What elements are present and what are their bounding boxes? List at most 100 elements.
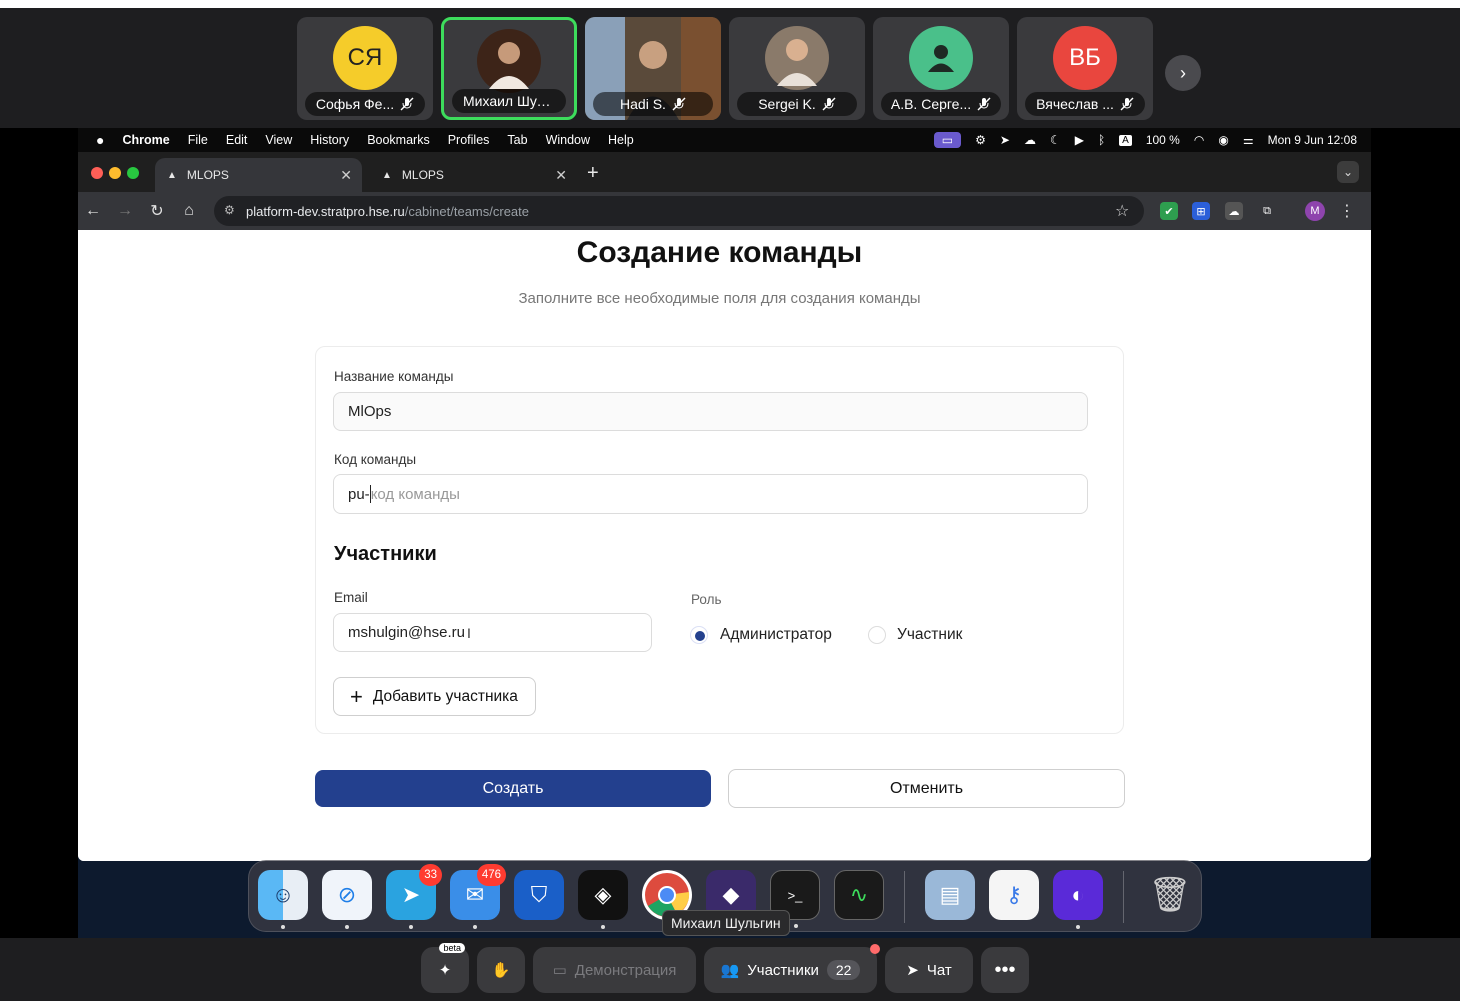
menu-item-edit[interactable]: Edit bbox=[226, 133, 248, 147]
apple-icon[interactable]: ● bbox=[96, 132, 104, 148]
site-favicon-icon: ▲ bbox=[167, 169, 177, 181]
members-section-title: Участники bbox=[334, 543, 437, 565]
cloud-extension-icon[interactable]: ☁ bbox=[1225, 202, 1243, 220]
finder-icon[interactable]: ☺ bbox=[258, 870, 308, 929]
participant-tile[interactable]: Sergei K. bbox=[729, 17, 865, 120]
role-member-label[interactable]: Участник bbox=[897, 626, 962, 644]
cloud-icon[interactable]: ☁ bbox=[1024, 133, 1036, 147]
new-tab-button[interactable]: + bbox=[587, 162, 599, 185]
beta-badge: beta bbox=[439, 943, 465, 953]
menu-item-help[interactable]: Help bbox=[608, 133, 634, 147]
input-source-icon[interactable]: A bbox=[1119, 134, 1132, 146]
mic-off-icon bbox=[822, 97, 836, 111]
trash-icon[interactable]: 🗑 bbox=[1145, 870, 1195, 920]
site-info-icon[interactable]: ⚙ bbox=[224, 203, 240, 219]
extension-icon[interactable]: ⊞ bbox=[1192, 202, 1210, 220]
activity-monitor-icon[interactable]: ∿ bbox=[834, 870, 884, 920]
browser-tab[interactable]: ▲ MLOPS ✕ bbox=[370, 158, 577, 192]
telegram-icon[interactable]: ➤ 33 bbox=[386, 864, 442, 929]
create-button[interactable]: Создать bbox=[315, 770, 711, 807]
page-content: Создание команды Заполните все необходим… bbox=[78, 230, 1371, 861]
hand-icon: ✋ bbox=[491, 962, 511, 979]
passwords-icon[interactable]: ⚷ bbox=[989, 870, 1039, 920]
close-tab-icon[interactable]: ✕ bbox=[340, 167, 352, 184]
participant-name: Sergei K. bbox=[758, 96, 816, 112]
site-favicon-icon: ▲ bbox=[382, 169, 392, 181]
role-admin-radio[interactable] bbox=[690, 626, 708, 644]
participant-tile-active[interactable]: Михаил Шуль... bbox=[441, 17, 577, 120]
close-window-icon[interactable] bbox=[91, 167, 103, 179]
role-admin-label[interactable]: Администратор bbox=[720, 626, 832, 644]
wifi-icon[interactable]: ◠ bbox=[1194, 133, 1204, 147]
extension-icon[interactable]: ⚙ bbox=[975, 133, 986, 147]
add-member-button[interactable]: + Добавить участника bbox=[333, 677, 536, 716]
team-code-label: Код команды bbox=[334, 452, 417, 467]
profile-avatar[interactable]: M bbox=[1305, 201, 1325, 221]
forward-button[interactable]: → bbox=[114, 200, 136, 222]
back-button[interactable]: ← bbox=[82, 200, 104, 222]
address-bar[interactable]: platform-dev.stratpro.hse.ru/cabinet/tea… bbox=[214, 196, 1144, 226]
cube-app-icon[interactable]: ◈ bbox=[578, 870, 628, 929]
play-icon[interactable]: ▶ bbox=[1075, 133, 1084, 147]
screen-share-icon: ▭ bbox=[552, 962, 567, 979]
bitwarden-icon[interactable]: ⛉ bbox=[514, 870, 564, 920]
shield-extension-icon[interactable]: ✔ bbox=[1160, 202, 1178, 220]
participant-tile[interactable]: Hadi S. bbox=[585, 17, 721, 120]
email-input[interactable]: mshulgin@hse.ru I bbox=[333, 613, 652, 652]
battery-level[interactable]: 100 % bbox=[1146, 133, 1180, 147]
person-photo-icon bbox=[489, 42, 529, 89]
screen-recorder-icon[interactable]: ◐ bbox=[1053, 870, 1103, 929]
participant-tile[interactable]: ВБ Вячеслав ... bbox=[1017, 17, 1153, 120]
home-button[interactable]: ⌂ bbox=[178, 200, 200, 222]
minimize-window-icon[interactable] bbox=[109, 167, 121, 179]
avatar bbox=[765, 26, 829, 90]
menu-app-name[interactable]: Chrome bbox=[122, 133, 169, 147]
bluetooth-icon[interactable]: ᛒ bbox=[1098, 133, 1105, 147]
menu-item-window[interactable]: Window bbox=[546, 133, 590, 147]
raise-hand-button[interactable]: ✋ bbox=[477, 947, 525, 993]
more-button[interactable]: ••• bbox=[981, 947, 1029, 993]
cancel-button[interactable]: Отменить bbox=[728, 769, 1125, 808]
maximize-window-icon[interactable] bbox=[127, 167, 139, 179]
safari-icon[interactable]: ⊘ bbox=[322, 870, 372, 929]
screen-share-icon[interactable]: ▭ bbox=[933, 132, 962, 148]
preview-icon[interactable]: ▤ bbox=[925, 870, 975, 920]
more-dots-icon: ••• bbox=[994, 958, 1016, 981]
browser-tab-active[interactable]: ▲ MLOPS ✕ bbox=[155, 158, 362, 192]
user-icon[interactable]: ◉ bbox=[1218, 133, 1228, 147]
menu-item-tab[interactable]: Tab bbox=[507, 133, 527, 147]
reload-button[interactable]: ↻ bbox=[146, 200, 168, 222]
role-member-radio[interactable] bbox=[868, 626, 886, 644]
menubar-status-area: ▭ ⚙ ➤ ☁ ☾ ▶ ᛒ A 100 % ◠ ◉ ⚌ Mon 9 Jun 12… bbox=[933, 128, 1357, 152]
menu-item-bookmarks[interactable]: Bookmarks bbox=[367, 133, 430, 147]
participant-tile[interactable]: СЯ Софья Фе... bbox=[297, 17, 433, 120]
participant-name: Hadi S. bbox=[620, 96, 666, 112]
puzzle-extensions-icon[interactable]: ⧉ bbox=[1258, 202, 1276, 220]
screen-share-button[interactable]: ▭ Демонстрация bbox=[533, 947, 696, 993]
tab-title: MLOPS bbox=[186, 168, 229, 182]
email-label: Email bbox=[334, 590, 368, 605]
mic-off-icon bbox=[672, 97, 686, 111]
control-center-icon[interactable]: ⚌ bbox=[1243, 133, 1254, 147]
browser-menu-icon[interactable]: ⋮ bbox=[1336, 200, 1358, 222]
participants-count: 22 bbox=[826, 960, 861, 980]
next-participants-button[interactable]: › bbox=[1165, 55, 1201, 91]
ai-assistant-button[interactable]: ✦ beta bbox=[421, 943, 469, 993]
team-name-input[interactable]: MlOps bbox=[333, 392, 1088, 431]
menu-item-view[interactable]: View bbox=[265, 133, 292, 147]
moon-icon[interactable]: ☾ bbox=[1050, 133, 1061, 147]
close-tab-icon[interactable]: ✕ bbox=[555, 167, 567, 184]
chat-button[interactable]: ➤ Чат bbox=[885, 947, 973, 993]
menu-item-file[interactable]: File bbox=[188, 133, 208, 147]
participants-button[interactable]: 👥 Участники 22 bbox=[704, 944, 880, 993]
team-code-input[interactable]: pu-код команды bbox=[333, 474, 1088, 514]
participant-tile[interactable]: А.В. Серге... bbox=[873, 17, 1009, 120]
menubar-clock[interactable]: Mon 9 Jun 12:08 bbox=[1268, 133, 1357, 147]
bookmark-star-icon[interactable]: ☆ bbox=[1115, 201, 1129, 221]
mail-icon[interactable]: ✉ 476 bbox=[450, 864, 506, 929]
tab-search-button[interactable]: ⌄ bbox=[1337, 161, 1359, 183]
menu-item-history[interactable]: History bbox=[310, 133, 349, 147]
menu-item-profiles[interactable]: Profiles bbox=[448, 133, 490, 147]
browser-window: ▲ MLOPS ✕ ▲ MLOPS ✕ + ⌄ ← → ↻ ⌂ platform… bbox=[78, 152, 1371, 861]
send-icon[interactable]: ➤ bbox=[1000, 133, 1010, 147]
